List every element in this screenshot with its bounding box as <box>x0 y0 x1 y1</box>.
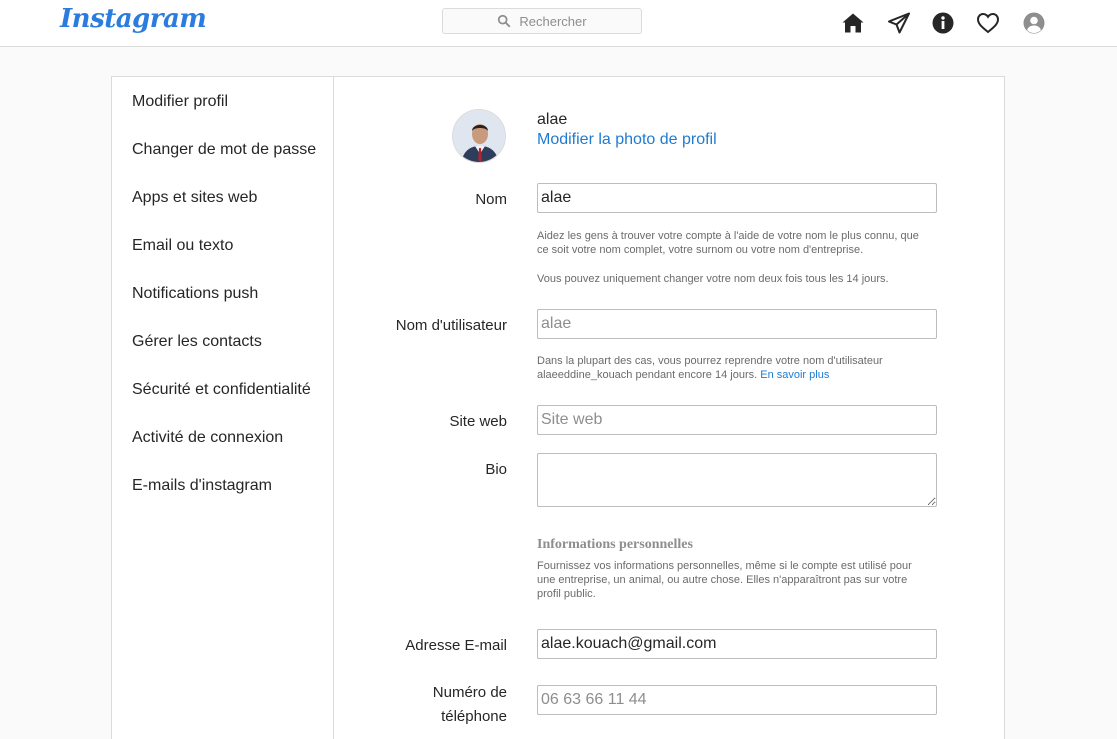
search-box[interactable]: Rechercher <box>442 8 642 34</box>
personal-info-title: Informations personnelles <box>537 537 693 552</box>
username-field[interactable] <box>537 309 937 339</box>
settings-sidebar: Modifier profil Changer de mot de passe … <box>112 77 334 739</box>
name-label: Nom <box>475 191 507 208</box>
sidebar-item-instagram-emails[interactable]: E-mails d'instagram <box>132 477 272 495</box>
sidebar-item-login-activity[interactable]: Activité de connexion <box>132 429 283 447</box>
top-navigation-bar: Instagram Rechercher <box>0 0 1117 47</box>
sidebar-item-edit-profile[interactable]: Modifier profil <box>132 93 228 111</box>
sidebar-item-apps-websites[interactable]: Apps et sites web <box>132 189 257 207</box>
phone-label: Numéro de téléphone <box>433 681 507 729</box>
phone-label-line2: téléphone <box>441 708 507 725</box>
avatar[interactable] <box>452 109 506 163</box>
settings-panel: Modifier profil Changer de mot de passe … <box>111 76 1005 739</box>
bio-field[interactable] <box>537 453 937 507</box>
sidebar-item-manage-contacts[interactable]: Gérer les contacts <box>132 333 262 351</box>
profile-username: alae <box>537 111 568 128</box>
search-placeholder: Rechercher <box>519 13 587 29</box>
username-help-text: Dans la plupart des cas, vous pourrez re… <box>537 354 907 382</box>
website-label: Site web <box>449 413 507 430</box>
direct-send-icon[interactable] <box>887 11 911 35</box>
sidebar-item-change-password[interactable]: Changer de mot de passe <box>132 141 316 159</box>
personal-info-text: Fournissez vos informations personnelles… <box>537 560 912 600</box>
username-help-message: Dans la plupart des cas, vous pourrez re… <box>537 355 883 381</box>
name-help-text: Aidez les gens à trouver votre compte à … <box>537 230 919 256</box>
bio-label: Bio <box>485 461 507 478</box>
profile-icon[interactable] <box>1022 11 1046 35</box>
sidebar-item-push-notifications[interactable]: Notifications push <box>132 285 258 303</box>
username-label: Nom d'utilisateur <box>395 317 507 334</box>
email-label: Adresse E-mail <box>405 637 507 654</box>
search-icon <box>498 14 511 28</box>
instagram-logo[interactable]: Instagram <box>60 4 207 34</box>
name-field[interactable] <box>537 183 937 213</box>
website-field[interactable] <box>537 405 937 435</box>
sidebar-item-privacy-security[interactable]: Sécurité et confidentialité <box>132 381 311 399</box>
home-icon[interactable] <box>841 11 865 35</box>
name-change-limit-text: Vous pouvez uniquement changer votre nom… <box>537 273 889 285</box>
email-field[interactable] <box>537 629 937 659</box>
learn-more-link[interactable]: En savoir plus <box>760 369 829 381</box>
phone-field[interactable] <box>537 685 937 715</box>
heart-icon[interactable] <box>976 11 1000 35</box>
phone-label-line1: Numéro de <box>432 684 507 701</box>
change-profile-photo-link[interactable]: Modifier la photo de profil <box>537 131 717 149</box>
edit-profile-form: alae Modifier la photo de profil Nom Aid… <box>335 77 1004 739</box>
sidebar-item-email-sms[interactable]: Email ou texto <box>132 237 233 255</box>
info-icon[interactable] <box>931 11 955 35</box>
